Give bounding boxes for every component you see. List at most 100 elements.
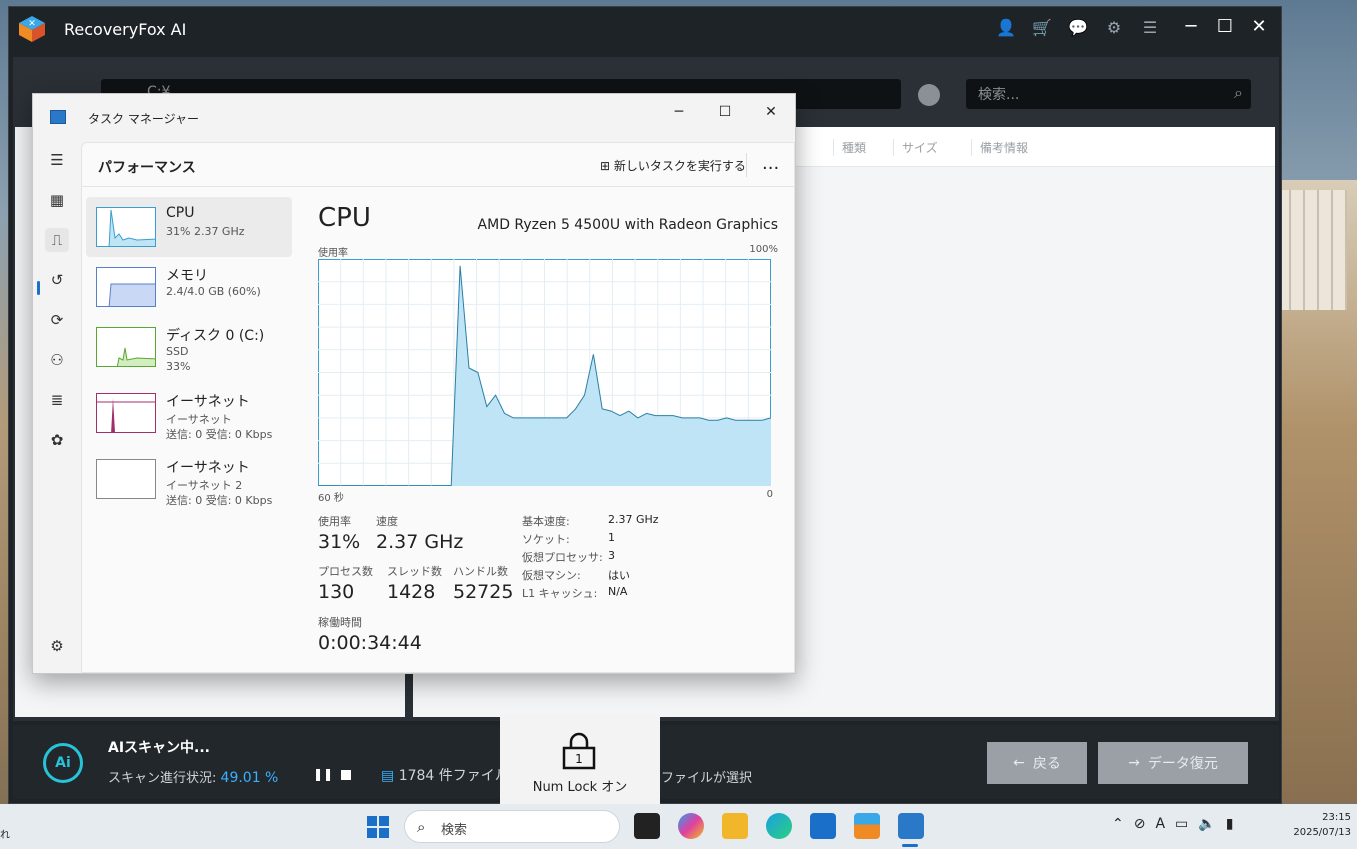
ethernet-2-thumbnail	[96, 459, 156, 499]
perf-item-cpu[interactable]: CPU 31% 2.37 GHz	[86, 197, 292, 257]
taskbar-search[interactable]: ⌕ 検索	[404, 810, 620, 843]
app-history-icon[interactable]: ↺	[45, 268, 69, 292]
users-icon[interactable]: ⚇	[45, 348, 69, 372]
feedback-icon[interactable]: 💬	[1067, 17, 1089, 39]
recoveryfox-taskbar-icon[interactable]	[854, 813, 880, 839]
filter-button[interactable]	[918, 84, 940, 106]
maximize-button[interactable]: ☐	[1213, 15, 1237, 39]
stop-button[interactable]	[341, 770, 351, 780]
graph-x-right: 0	[766, 489, 773, 500]
column-notes[interactable]: 備考情報	[971, 139, 1028, 156]
column-type[interactable]: 種類	[833, 139, 866, 156]
settings-gear-icon[interactable]: ⚙	[1103, 17, 1125, 39]
close-button[interactable]: ✕	[1247, 15, 1271, 39]
task-manager-window: タスク マネージャー ─ ☐ ✕ ☰ ▦ ⎍ ↺ ⟳ ⚇ ≣ ✿ ⚙ パフォーマ…	[32, 93, 796, 674]
virtual-machine-label: 仮想マシン:	[522, 569, 581, 582]
perf-item-name: メモリ	[166, 268, 208, 284]
performance-panel: パフォーマンス ⊞ 新しいタスクを実行する ... CPU 31% 2.37 G…	[81, 142, 795, 673]
thread-count-value: 1428	[387, 581, 436, 603]
store-icon[interactable]	[810, 813, 836, 839]
network-off-icon[interactable]: ⊘	[1134, 816, 1146, 832]
taskview-icon[interactable]	[634, 813, 660, 839]
handle-count-label: ハンドル数	[453, 565, 508, 578]
arrow-left-icon: ←	[1013, 755, 1025, 771]
recover-label: データ復元	[1147, 756, 1218, 772]
back-label: 戻る	[1032, 756, 1061, 772]
base-speed-label: 基本速度:	[522, 515, 570, 528]
numlock-digit: 1	[575, 752, 583, 766]
tray-overflow-icon[interactable]: ⌃	[1112, 816, 1124, 832]
run-new-task-button[interactable]: ⊞ 新しいタスクを実行する	[600, 157, 746, 174]
scan-title: AIスキャン中...	[108, 740, 210, 756]
taskbar-search-icon: ⌕	[417, 818, 426, 836]
processes-icon[interactable]: ▦	[45, 188, 69, 212]
copilot-icon[interactable]	[678, 813, 704, 839]
process-count-label: プロセス数	[318, 565, 373, 578]
taskbar-clock[interactable]: 23:15 2025/07/13	[1293, 810, 1351, 840]
taskbar: れ ⌕ 検索 ⌃ ⊘ A ▭ 🔈 ▮ 23:15 2025/07/13	[0, 804, 1357, 849]
menu-icon[interactable]: ☰	[1139, 17, 1161, 39]
selected-files: ファイルが選択	[661, 771, 753, 786]
perf-item-disk[interactable]: ディスク 0 (C:) SSD 33%	[86, 317, 292, 377]
task-manager-taskbar-icon[interactable]	[898, 813, 924, 839]
scan-progress-percent: 49.01 %	[220, 770, 279, 786]
display-icon[interactable]: ▭	[1175, 816, 1188, 832]
new-task-icon: ⊞	[600, 159, 611, 173]
services-icon[interactable]: ✿	[45, 428, 69, 452]
tm-maximize-button[interactable]: ☐	[711, 98, 739, 126]
scan-progress: スキャン進行状況: 49.01 %	[108, 767, 278, 786]
minimize-button[interactable]: ─	[1179, 15, 1203, 39]
handle-count-value: 52725	[453, 581, 514, 603]
windows-start-icon[interactable]	[366, 815, 390, 839]
perf-item-sub: イーサネット 2	[166, 479, 243, 492]
speed-value: 2.37 GHz	[376, 531, 464, 553]
file-explorer-icon[interactable]	[722, 813, 748, 839]
pause-button[interactable]: ❚❚	[313, 767, 333, 781]
arrow-right-icon: →	[1128, 755, 1140, 771]
recoveryfox-logo-icon: ✕	[19, 16, 45, 42]
tm-close-button[interactable]: ✕	[757, 98, 785, 126]
perf-item-name: イーサネット	[166, 394, 250, 410]
graph-y-label: 使用率	[318, 248, 348, 259]
details-icon[interactable]: ≣	[45, 388, 69, 412]
account-icon[interactable]: 👤	[995, 17, 1017, 39]
back-button[interactable]: ← 戻る	[987, 742, 1087, 784]
volume-icon[interactable]: 🔈	[1198, 816, 1215, 832]
scan-progress-label: スキャン進行状況:	[108, 771, 217, 786]
lock-icon: 1	[562, 732, 596, 770]
usage-value: 31%	[318, 531, 361, 553]
column-size[interactable]: サイズ	[893, 139, 938, 156]
tm-minimize-button[interactable]: ─	[665, 98, 693, 126]
speed-label: 速度	[376, 515, 398, 528]
perf-item-memory[interactable]: メモリ 2.4/4.0 GB (60%)	[86, 257, 292, 317]
recover-button[interactable]: → データ復元	[1098, 742, 1248, 784]
cart-icon[interactable]: 🛒	[1031, 17, 1053, 39]
recoveryfox-titlebar: ✕ RecoveryFox AI 👤 🛒 💬 ⚙ ☰ ─ ☐ ✕	[9, 7, 1281, 51]
hamburger-menu-icon[interactable]: ☰	[45, 148, 69, 172]
sockets-value: 1	[608, 531, 615, 544]
performance-icon[interactable]: ⎍	[45, 228, 69, 252]
active-app-indicator	[902, 844, 918, 847]
perf-item-ethernet-2[interactable]: イーサネット イーサネット 2 送信: 0 受信: 0 Kbps	[86, 449, 292, 509]
tm-settings-icon[interactable]: ⚙	[45, 634, 69, 658]
virtual-processors-label: 仮想プロセッサ:	[522, 551, 603, 564]
usage-label: 使用率	[318, 515, 351, 528]
graph-y-max: 100%	[749, 244, 778, 255]
file-search-input[interactable]: 検索... ⌕	[966, 79, 1251, 109]
search-icon[interactable]: ⌕	[1234, 83, 1243, 103]
virtual-processors-value: 3	[608, 549, 615, 562]
svg-text:✕: ✕	[28, 19, 36, 29]
battery-icon[interactable]: ▮	[1226, 816, 1234, 832]
perf-item-sub2: 送信: 0 受信: 0 Kbps	[166, 428, 273, 441]
ethernet-thumbnail	[96, 393, 156, 433]
cpu-model: AMD Ryzen 5 4500U with Radeon Graphics	[477, 217, 778, 233]
cpu-detail-title: CPU	[318, 203, 371, 233]
edge-icon[interactable]	[766, 813, 792, 839]
clock-time: 23:15	[1322, 812, 1351, 823]
perf-item-ethernet-1[interactable]: イーサネット イーサネット 送信: 0 受信: 0 Kbps	[86, 383, 292, 443]
startup-apps-icon[interactable]: ⟳	[45, 308, 69, 332]
system-tray: ⌃ ⊘ A ▭ 🔈 ▮	[1112, 816, 1233, 832]
perf-item-sub2: 送信: 0 受信: 0 Kbps	[166, 494, 273, 507]
more-options-button[interactable]: ...	[762, 153, 779, 174]
ime-indicator[interactable]: A	[1155, 816, 1165, 832]
